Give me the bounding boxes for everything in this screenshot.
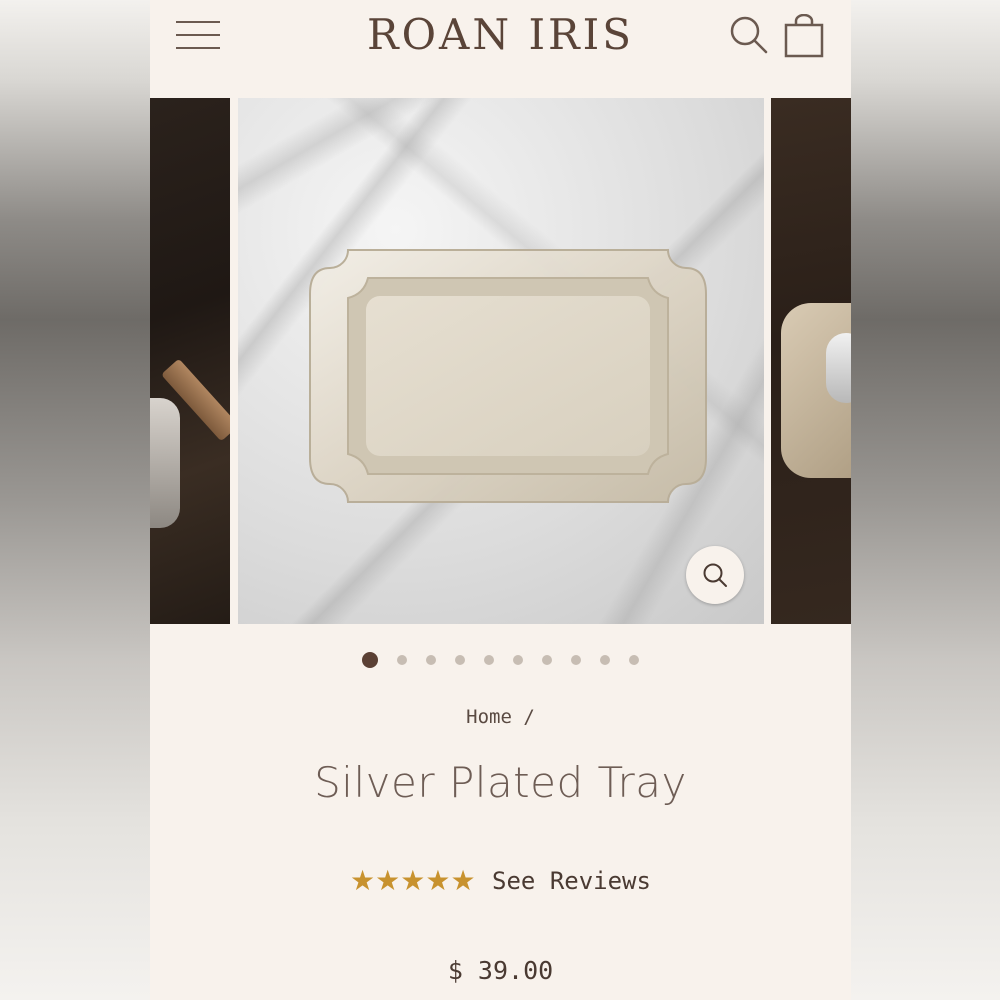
breadcrumb: Home / [150,706,851,728]
gallery-dot[interactable] [513,655,523,665]
gallery-dot[interactable] [484,655,494,665]
zoom-button[interactable] [686,546,744,604]
gallery-dot[interactable] [426,655,436,665]
gallery-dot[interactable] [600,655,610,665]
main-product-image[interactable] [238,98,764,624]
next-slide-image[interactable] [771,98,851,624]
gallery-dot[interactable] [542,655,552,665]
rating-stars: ★★★★★ [350,866,476,896]
star-icon: ★ [350,864,376,897]
gallery-dot[interactable] [629,655,639,665]
gallery-dot[interactable] [362,652,378,668]
gallery-pagination-dots [150,651,851,669]
star-icon: ★ [450,864,476,897]
previous-slide-image[interactable] [150,98,230,624]
breadcrumb-home-link[interactable]: Home [466,706,512,728]
gallery-dot[interactable] [455,655,465,665]
site-header: ROAN IRIS [150,0,851,98]
product-image-gallery[interactable] [150,98,851,624]
breadcrumb-separator: / [523,706,535,728]
star-icon: ★ [425,864,451,897]
product-rating: ★★★★★ See Reviews [150,866,851,896]
shopping-bag-icon[interactable] [784,14,824,58]
search-icon[interactable] [728,14,770,56]
star-icon: ★ [400,864,426,897]
product-page: ROAN IRIS Home / Silver Plated Tray ★★★★… [150,0,851,1000]
product-title: Silver Plated Tray [314,758,687,807]
star-icon: ★ [375,864,401,897]
product-price: $ 39.00 [447,956,554,985]
gallery-dot[interactable] [571,655,581,665]
silver-tray-image [309,249,707,503]
zoom-magnifier-icon [703,563,727,587]
see-reviews-link[interactable]: See Reviews [492,867,651,895]
gallery-dot[interactable] [397,655,407,665]
